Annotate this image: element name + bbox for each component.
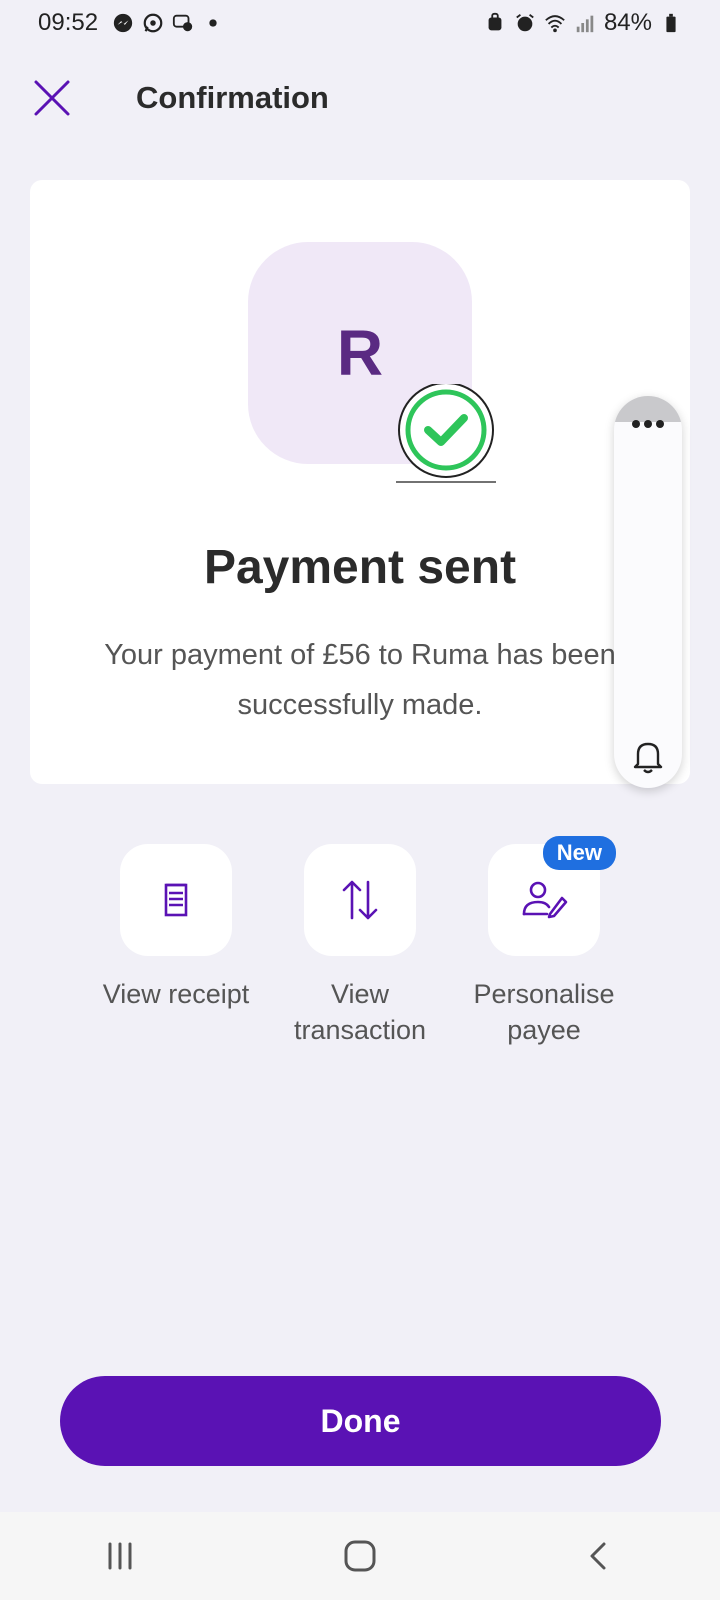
wifi-icon xyxy=(545,15,565,33)
avatar-letter: R xyxy=(336,317,384,389)
done-button[interactable]: Done xyxy=(60,1376,661,1466)
home-button[interactable] xyxy=(330,1526,390,1586)
floating-side-panel[interactable] xyxy=(614,396,682,788)
success-check-icon xyxy=(396,384,496,483)
status-right: 84% xyxy=(484,9,682,37)
battery-icon xyxy=(666,13,676,33)
more-horizontal-icon[interactable] xyxy=(614,412,682,436)
recent-apps-icon xyxy=(108,1542,132,1570)
confirmation-card: R Payment sent Your payment of £56 to Ru… xyxy=(30,180,690,784)
status-time: 09:52 xyxy=(38,9,99,36)
new-badge: New xyxy=(542,836,616,870)
page-title: Confirmation xyxy=(136,80,329,115)
home-icon xyxy=(344,1540,376,1572)
view-receipt-label: View receipt xyxy=(102,979,250,1009)
vpn-icon xyxy=(488,12,502,31)
close-icon[interactable] xyxy=(30,76,74,120)
system-nav-bar xyxy=(0,1512,720,1600)
personalise-payee-label: Personalise payee xyxy=(473,979,615,1045)
whatsapp-icon xyxy=(143,13,163,33)
view-transaction-tile[interactable] xyxy=(304,844,416,956)
view-receipt-tile[interactable] xyxy=(120,844,232,956)
view-transaction-label: View transaction xyxy=(293,979,427,1045)
status-left: 09:52 xyxy=(38,9,224,37)
action-row: View receipt View transaction New Person… xyxy=(0,836,720,1064)
back-icon xyxy=(590,1542,606,1570)
user-edit-icon xyxy=(522,881,568,919)
chat-icon xyxy=(172,14,193,32)
personalise-payee-button[interactable]: New Personalise payee xyxy=(454,836,634,1048)
payment-status-message: Your payment of £56 to Ruma has been suc… xyxy=(104,639,616,721)
top-bar: Confirmation xyxy=(0,62,720,134)
payment-status-title: Payment sent xyxy=(203,541,517,594)
recent-apps-button[interactable] xyxy=(90,1526,150,1586)
back-button[interactable] xyxy=(570,1526,630,1586)
dot-icon xyxy=(209,19,217,27)
view-transaction-button[interactable]: View transaction xyxy=(270,844,450,1048)
alarm-icon xyxy=(516,14,534,32)
messenger-icon xyxy=(113,13,133,33)
signal-icon xyxy=(576,15,594,33)
view-receipt-button[interactable]: View receipt xyxy=(86,844,266,1012)
personalise-payee-tile[interactable]: New xyxy=(488,836,616,956)
transfer-arrows-icon xyxy=(342,880,378,920)
bell-icon[interactable] xyxy=(628,736,668,776)
receipt-icon xyxy=(164,883,188,917)
status-bar: 09:52 84% xyxy=(0,0,720,46)
battery-percentage: 84% xyxy=(603,9,652,36)
